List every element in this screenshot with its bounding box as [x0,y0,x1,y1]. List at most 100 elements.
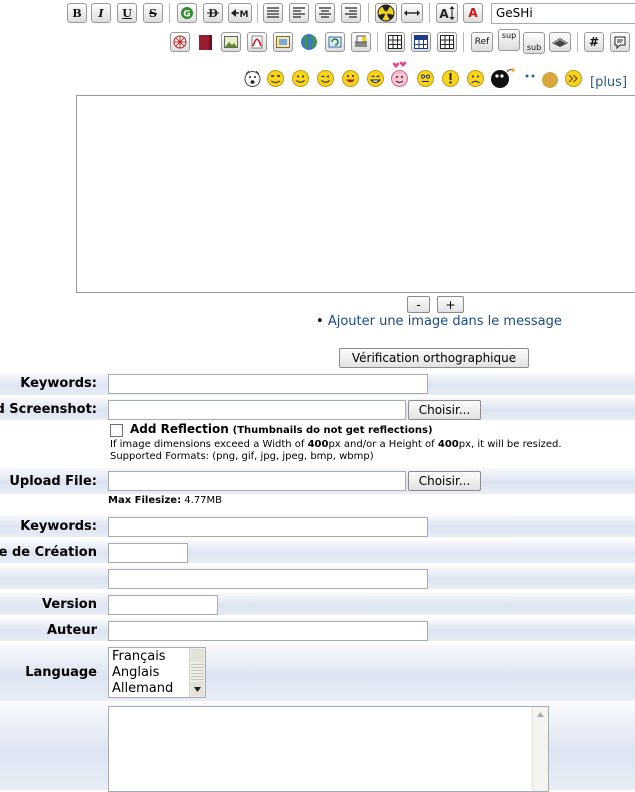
neutral-icon[interactable] [416,69,435,88]
radioactive-icon[interactable] [375,3,397,23]
subscript-label: sub [526,43,542,52]
language-option[interactable]: Allemand [112,681,173,697]
upload-browse-button[interactable]: Choisir... [408,471,481,491]
chevron-up-icon [537,712,544,717]
table-header-icon[interactable] [411,32,431,52]
upload-file-label: Upload File: [9,474,97,489]
table-cells-icon[interactable] [437,32,457,52]
quote-icon[interactable] [610,32,630,52]
textarea-scrollbar[interactable] [532,707,548,791]
horizontal-rule-icon[interactable] [401,3,423,23]
add-image-link[interactable]: Ajouter une image dans le message [328,314,562,329]
shock-smiley-icon[interactable] [243,69,262,88]
browse-label: Choisir... [418,403,471,417]
grow-editor-button[interactable]: + [437,296,464,313]
eyes-icon[interactable] [524,72,536,80]
happy-icon[interactable] [341,69,360,88]
reflection-note: (Thumbnails do not get reflections) [232,425,433,436]
svg-text:M: M [240,10,249,19]
creation-date-label: e de Création [0,545,97,560]
table-icon[interactable] [385,32,405,52]
picture-frame-icon[interactable] [273,32,293,52]
italic-button[interactable]: I [91,3,111,23]
hash-button[interactable]: # [584,32,604,52]
refresh-icon[interactable] [325,32,345,52]
scroll-down-button[interactable] [191,682,204,696]
max-filesize-value: 4.77MB [184,495,223,506]
screenshot-label: d Screenshot: [0,402,97,417]
bold-button[interactable]: B [67,3,87,23]
globe-icon[interactable] [299,32,319,52]
tongue-smiley-icon[interactable] [266,69,285,88]
double-arrow-icon[interactable] [564,69,583,88]
text-color-icon[interactable]: A [463,3,483,23]
toolbar-separator [169,3,170,23]
version-input[interactable] [108,595,218,615]
reference-label: Ref [474,37,490,47]
flash-icon[interactable] [170,32,190,52]
upload-file-input[interactable] [108,471,406,491]
message-editor[interactable] [76,95,635,293]
scroll-thumb[interactable] [191,664,204,680]
scroll-up-button[interactable] [191,649,204,662]
geshi-select[interactable]: GeSHi [491,3,635,24]
marquee-icon[interactable]: M [228,3,252,23]
strike-button[interactable]: S [143,3,163,23]
language-label: Language [25,665,97,680]
subscript-button[interactable]: sub [523,32,545,54]
language-listbox[interactable]: Français Anglais Allemand [108,647,206,698]
keywords2-input[interactable] [108,517,428,537]
justify-icon[interactable] [263,3,283,23]
love-icon[interactable] [390,60,409,88]
pdf-icon[interactable] [247,32,267,52]
sad-icon[interactable] [466,69,485,88]
align-right-icon[interactable] [341,3,361,23]
browse-label: Choisir... [418,474,471,488]
superscript-button[interactable]: sup [498,29,520,51]
underline-button[interactable]: U [117,3,137,23]
keywords-input[interactable] [108,374,428,394]
svg-text:G: G [183,10,190,20]
language-option[interactable]: Anglais [112,665,159,681]
add-reflection-text: Add Reflection [130,422,229,436]
reference-button[interactable]: Ref [471,32,493,52]
formats-note: Supported Formats: (png, gif, jpg, jpeg,… [110,451,374,462]
author-input[interactable] [108,621,428,641]
superscript-label: sup [501,31,517,40]
definition-icon[interactable]: D [203,3,223,23]
grin-icon[interactable] [366,69,385,88]
align-center-icon[interactable] [315,3,335,23]
exclaim-icon[interactable] [441,69,460,88]
more-smileys-link[interactable]: [plus] [590,75,627,90]
align-left-icon[interactable] [289,3,309,23]
ball-icon[interactable] [541,71,559,89]
keyboard-icon[interactable] [549,32,571,52]
extra-input[interactable] [108,569,428,589]
language-scrollbar[interactable] [189,648,205,697]
text-color-label: A [468,6,478,20]
shrink-editor-button[interactable]: - [407,296,430,313]
book-icon[interactable] [196,32,216,52]
keywords-label: Keywords: [20,376,97,391]
bomb-icon[interactable] [490,66,516,90]
bullet: • [316,314,328,329]
language-option[interactable]: Français [112,649,166,665]
image-icon[interactable] [221,32,241,52]
google-icon[interactable]: G [177,3,197,23]
svg-text:A: A [439,7,449,21]
wink-icon[interactable] [316,69,335,88]
screenshot-browse-button[interactable]: Choisir... [408,400,481,420]
toolbar-separator [377,32,378,52]
spellcheck-button[interactable]: Vérification orthographique [339,348,529,368]
creation-date-input[interactable] [108,543,188,563]
screenshot-file-input[interactable] [108,400,406,420]
italic-label: I [98,6,104,20]
add-reflection-checkbox[interactable] [110,424,123,437]
printer-icon[interactable] [351,32,371,52]
geshi-value: GeSHi [496,6,533,20]
add-image-item[interactable]: • Ajouter une image dans le message [316,314,562,329]
chevron-down-icon [194,686,201,692]
smile-icon[interactable] [291,69,310,88]
font-size-icon[interactable]: A [436,3,458,23]
description-textarea[interactable] [108,706,549,792]
